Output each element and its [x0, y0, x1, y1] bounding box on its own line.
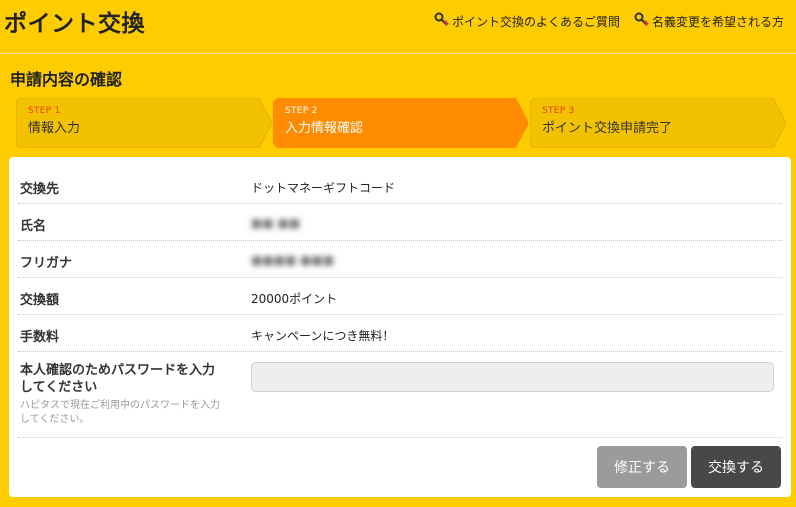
header-links: ポイント交換のよくあるご質問 名義変更を希望される方 — [434, 12, 784, 31]
step-1-label: 情報入力 — [28, 121, 81, 136]
step-3-number: STEP 3 — [542, 106, 575, 116]
exchange-amount-value: 20000ポイント — [251, 292, 338, 306]
faq-link[interactable]: ポイント交換のよくあるご質問 — [434, 12, 620, 31]
key-icon — [634, 12, 650, 31]
table-row: 交換額 20000ポイント — [18, 278, 782, 315]
step-3: STEP 3 ポイント交換申請完了 — [530, 98, 786, 148]
fee-label: 手数料 — [20, 330, 60, 345]
exchange-destination-label: 交換先 — [20, 182, 60, 197]
exchange-destination-value: ドットマネーギフトコード — [251, 181, 396, 195]
step-2-number: STEP 2 — [285, 106, 318, 116]
furigana-label: フリガナ — [20, 256, 73, 271]
furigana-value: ■■■■ ■■■ — [251, 253, 335, 267]
password-label: 本人確認のためパスワードを入力してください — [20, 363, 216, 395]
password-hint: ハピタスで現在ご利用中のパスワードを入力してください。 — [20, 400, 220, 425]
password-input[interactable] — [251, 362, 774, 392]
step-3-label: ポイント交換申請完了 — [542, 121, 673, 136]
name-change-link[interactable]: 名義変更を希望される方 — [634, 12, 784, 31]
step-2: STEP 2 入力情報確認 — [273, 98, 529, 148]
table-row: 交換先 ドットマネーギフトコード — [18, 167, 782, 204]
password-label-group: 本人確認のためパスワードを入力してください ハピタスで現在ご利用中のパスワードを… — [20, 362, 225, 427]
section-title: 申請内容の確認 — [10, 70, 123, 89]
step-1-number: STEP 1 — [28, 106, 61, 116]
step-1: STEP 1 情報入力 — [16, 98, 272, 148]
page-title: ポイント交換 — [4, 11, 145, 37]
step-2-label: 入力情報確認 — [285, 121, 364, 136]
exchange-button[interactable]: 交換する — [691, 446, 781, 488]
exchange-amount-label: 交換額 — [20, 293, 60, 308]
table-row: フリガナ ■■■■ ■■■ — [18, 241, 782, 278]
header: ポイント交換 ポイント交換のよくあるご質問 名義変更を希望される方 — [0, 0, 796, 54]
step-indicator: STEP 1 情報入力 STEP 2 入力情報確認 STEP 3 ポイント交換申… — [16, 98, 786, 148]
name-change-link-label: 名義変更を希望される方 — [651, 15, 784, 29]
table-row: 手数料 キャンペーンにつき無料！ — [18, 315, 782, 352]
name-label: 氏名 — [20, 219, 47, 234]
fee-value: キャンペーンにつき無料！ — [251, 329, 395, 343]
key-icon — [434, 12, 450, 31]
password-row: 本人確認のためパスワードを入力してください ハピタスで現在ご利用中のパスワードを… — [18, 352, 782, 438]
table-row: 氏名 ■■ ■■ — [18, 204, 782, 241]
faq-link-label: ポイント交換のよくあるご質問 — [451, 15, 620, 29]
name-value: ■■ ■■ — [251, 216, 301, 230]
confirmation-card: 交換先 ドットマネーギフトコード 氏名 ■■ ■■ フリガナ ■■■■ ■■■ … — [9, 157, 791, 497]
edit-button[interactable]: 修正する — [597, 446, 687, 488]
